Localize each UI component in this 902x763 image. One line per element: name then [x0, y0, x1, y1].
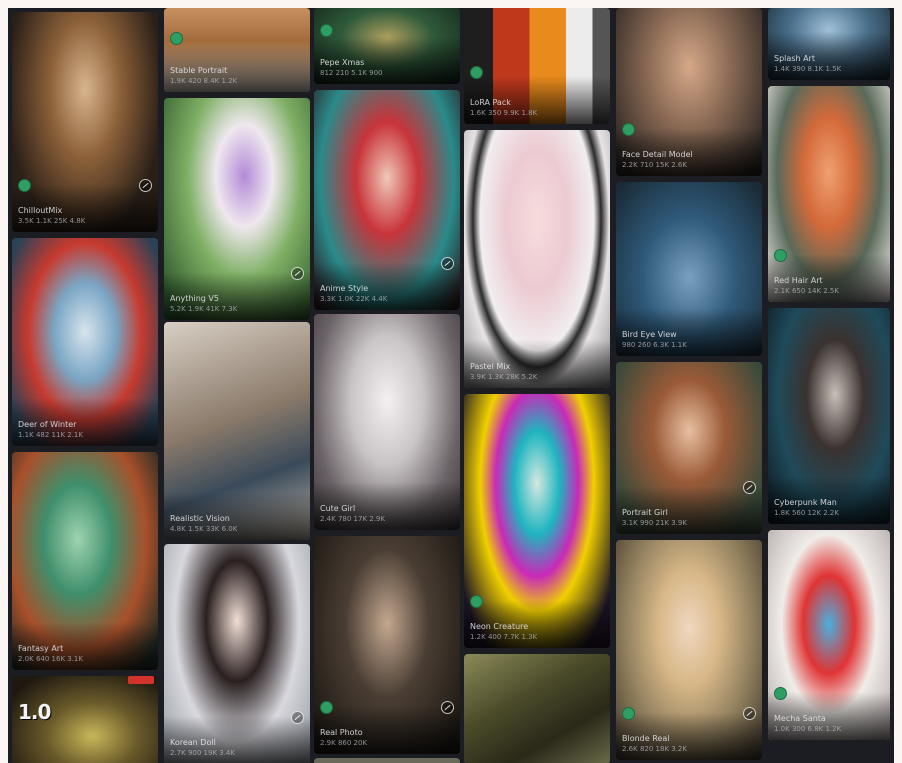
model-title: Pepe Xmas — [320, 58, 365, 67]
checkpoint-badge-icon — [320, 701, 333, 714]
model-stats: 1.2K 400 7.7K 1.3K — [470, 633, 538, 641]
model-card[interactable]: Anything V5 5.2K 1.9K 41K 7.3K — [164, 98, 310, 320]
model-card[interactable]: Bird Eye View 980 260 6.3K 1.1K — [616, 182, 762, 356]
hide-icon[interactable] — [441, 701, 454, 714]
hide-icon[interactable] — [291, 267, 304, 280]
model-card[interactable]: Portrait Girl 3.1K 990 21K 3.9K — [616, 362, 762, 534]
model-stats: 2.0K 640 16K 3.1K — [18, 655, 83, 663]
model-card[interactable]: ChilloutMix 3.5K 1.1K 25K 4.8K — [12, 12, 158, 232]
model-title: Deer of Winter — [18, 420, 77, 429]
model-card[interactable]: Fantasy Art 2.0K 640 16K 3.1K — [12, 452, 158, 670]
model-stats: 1.1K 482 11K 2.1K — [18, 431, 83, 439]
model-thumbnail — [314, 758, 460, 763]
model-card[interactable]: Cute Girl 2.4K 780 17K 2.9K — [314, 314, 460, 530]
model-card[interactable] — [314, 758, 460, 763]
model-title: Pastel Mix — [470, 362, 511, 371]
model-stats: 2.1K 650 14K 2.5K — [774, 287, 839, 295]
model-card[interactable]: Korean Doll 2.7K 900 19K 3.4K — [164, 544, 310, 763]
model-card[interactable]: Face Detail Model 2.2K 710 15K 2.6K — [616, 8, 762, 176]
model-stats: 1.0K 300 6.8K 1.2K — [774, 725, 842, 733]
model-title: Realistic Vision — [170, 514, 230, 523]
checkpoint-badge-icon — [320, 24, 333, 37]
model-card[interactable]: Neon Creature 1.2K 400 7.7K 1.3K — [464, 394, 610, 648]
model-title: Blonde Real — [622, 734, 670, 743]
model-gallery: ChilloutMix 3.5K 1.1K 25K 4.8K Deer of W… — [8, 8, 894, 763]
model-card[interactable]: Splash Art 1.4K 390 8.1K 1.5K — [768, 8, 890, 80]
model-card[interactable]: Pepe Xmas 812 210 5.1K 900 — [314, 8, 460, 84]
model-title: Splash Art — [774, 54, 815, 63]
checkpoint-badge-icon — [18, 179, 31, 192]
model-stats: 4.8K 1.5K 33K 6.0K — [170, 525, 238, 533]
model-title: Face Detail Model — [622, 150, 693, 159]
model-stats: 2.4K 780 17K 2.9K — [320, 515, 385, 523]
model-stats: 5.2K 1.9K 41K 7.3K — [170, 305, 238, 313]
model-version-banner: 1.0 — [18, 700, 51, 724]
model-stats: 3.9K 1.3K 28K 5.2K — [470, 373, 538, 381]
model-title: Cyberpunk Man — [774, 498, 837, 507]
checkpoint-badge-icon — [470, 66, 483, 79]
checkpoint-badge-icon — [622, 707, 635, 720]
model-title: LoRA Pack — [470, 98, 511, 107]
model-stats: 1.9K 420 8.4K 1.2K — [170, 77, 238, 85]
model-title: Cute Girl — [320, 504, 356, 513]
model-card[interactable]: LoRA Pack 1.6K 350 9.9K 1.8K — [464, 8, 610, 124]
model-stats: 2.7K 900 19K 3.4K — [170, 749, 235, 757]
model-card[interactable]: Cyberpunk Man 1.8K 560 12K 2.2K — [768, 308, 890, 524]
model-title: Fantasy Art — [18, 644, 64, 653]
model-stats: 1.6K 350 9.9K 1.8K — [470, 109, 538, 117]
model-stats: 812 210 5.1K 900 — [320, 69, 383, 77]
model-card[interactable]: 1.0 — [12, 676, 158, 763]
model-stats: 3.1K 990 21K 3.9K — [622, 519, 687, 527]
model-card[interactable]: Red Hair Art 2.1K 650 14K 2.5K — [768, 86, 890, 302]
checkpoint-badge-icon — [774, 687, 787, 700]
new-tag — [128, 676, 154, 684]
model-card[interactable]: Anime Style 3.3K 1.0K 22K 4.4K — [314, 90, 460, 310]
checkpoint-badge-icon — [470, 595, 483, 608]
model-stats: 1.8K 560 12K 2.2K — [774, 509, 839, 517]
hide-icon[interactable] — [743, 707, 756, 720]
hide-icon[interactable] — [441, 257, 454, 270]
model-card[interactable]: Mecha Santa 1.0K 300 6.8K 1.2K — [768, 530, 890, 740]
model-title: Red Hair Art — [774, 276, 823, 285]
model-card[interactable]: Pastel Mix 3.9K 1.3K 28K 5.2K — [464, 130, 610, 388]
checkpoint-badge-icon — [622, 123, 635, 136]
model-title: Bird Eye View — [622, 330, 677, 339]
model-card[interactable]: Real Photo 2.9K 860 20K — [314, 536, 460, 754]
model-title: Real Photo — [320, 728, 363, 737]
model-stats: 3.5K 1.1K 25K 4.8K — [18, 217, 86, 225]
model-card[interactable]: Blonde Real 2.6K 820 18K 3.2K — [616, 540, 762, 760]
checkpoint-badge-icon — [170, 32, 183, 45]
model-title: Anything V5 — [170, 294, 219, 303]
checkpoint-badge-icon — [774, 249, 787, 262]
hide-icon[interactable] — [743, 481, 756, 494]
model-title: Stable Portrait — [170, 66, 228, 75]
model-card[interactable] — [464, 654, 610, 763]
model-title: Portrait Girl — [622, 508, 668, 517]
model-thumbnail — [464, 654, 610, 763]
hide-icon[interactable] — [291, 711, 304, 724]
hide-icon[interactable] — [139, 179, 152, 192]
model-title: Neon Creature — [470, 622, 529, 631]
model-card[interactable]: Deer of Winter 1.1K 482 11K 2.1K — [12, 238, 158, 446]
model-stats: 980 260 6.3K 1.1K — [622, 341, 687, 349]
model-title: Korean Doll — [170, 738, 216, 747]
model-stats: 1.4K 390 8.1K 1.5K — [774, 65, 842, 73]
model-stats: 3.3K 1.0K 22K 4.4K — [320, 295, 388, 303]
model-title: Mecha Santa — [774, 714, 826, 723]
model-stats: 2.9K 860 20K — [320, 739, 368, 747]
model-stats: 2.6K 820 18K 3.2K — [622, 745, 687, 753]
model-title: ChilloutMix — [18, 206, 63, 215]
model-stats: 2.2K 710 15K 2.6K — [622, 161, 687, 169]
model-title: Anime Style — [320, 284, 369, 293]
model-card[interactable]: Realistic Vision 4.8K 1.5K 33K 6.0K — [164, 322, 310, 540]
model-card[interactable]: Stable Portrait 1.9K 420 8.4K 1.2K — [164, 8, 310, 92]
